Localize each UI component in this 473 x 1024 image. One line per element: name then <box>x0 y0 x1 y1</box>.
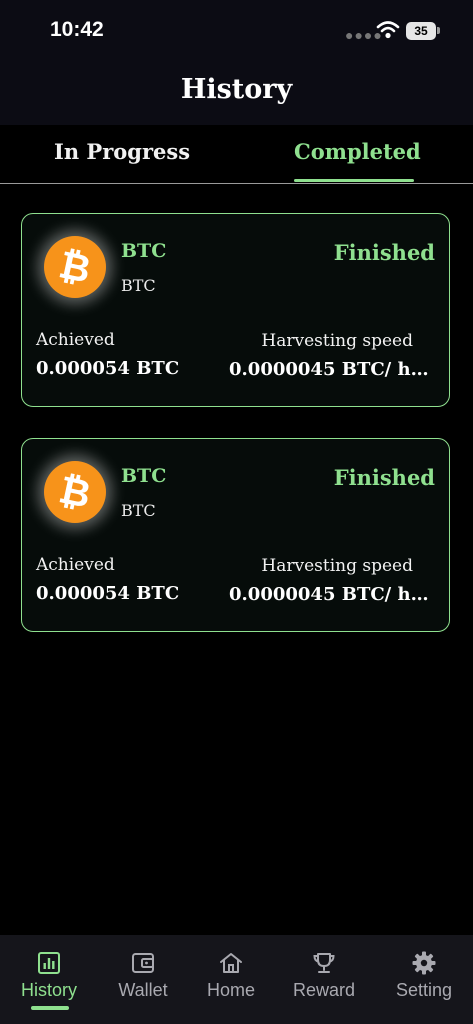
svg-text:₿: ₿ <box>55 467 94 516</box>
battery-indicator: 35 <box>406 22 436 40</box>
nav-label: History <box>20 980 77 1000</box>
tab-completed[interactable]: Completed <box>294 139 421 164</box>
active-tab-indicator <box>294 179 414 182</box>
nav-label: Home <box>206 980 255 1000</box>
achieved-label: Achieved <box>36 555 115 575</box>
history-card[interactable]: ₿ BTC BTC Finished Achieved 0.000054 BTC… <box>21 438 450 632</box>
harvesting-speed-label: Harvesting speed <box>261 331 413 351</box>
nav-item-home[interactable]: Home <box>184 935 278 1024</box>
harvesting-speed-label: Harvesting speed <box>261 556 413 576</box>
coin-name: BTC <box>121 240 167 262</box>
nav-label: Wallet <box>118 980 168 1000</box>
achieved-value: 0.000054 BTC <box>36 358 180 379</box>
nav-item-reward[interactable]: Reward <box>277 935 371 1024</box>
page-title: History <box>180 74 293 105</box>
tab-in-progress[interactable]: In Progress <box>54 139 190 164</box>
coin-symbol: BTC <box>121 501 156 520</box>
tab-bar: In Progress Completed <box>0 125 473 184</box>
svg-text:₿: ₿ <box>55 242 94 291</box>
trophy-icon <box>313 953 335 973</box>
bitcoin-icon: ₿ <box>44 236 106 298</box>
achieved-value: 0.000054 BTC <box>36 583 180 604</box>
home-icon <box>220 953 242 973</box>
battery-tip <box>437 27 440 34</box>
wallet-icon <box>132 953 154 973</box>
status-badge: Finished <box>333 465 435 490</box>
harvesting-speed-value: 0.0000045 BTC/ h... <box>229 584 429 605</box>
bottom-navigation: History Wallet Home Reward Setting <box>0 935 473 1024</box>
coin-name: BTC <box>121 465 167 487</box>
status-bar: 10:42 ●●●● 35 <box>0 0 473 60</box>
nav-label: Reward <box>292 980 356 1000</box>
bitcoin-icon: ₿ <box>44 461 106 523</box>
coin-symbol: BTC <box>121 276 156 295</box>
wifi-icon <box>376 21 400 39</box>
achieved-label: Achieved <box>36 330 115 350</box>
nav-label: Setting <box>395 980 453 1000</box>
bar-chart-icon <box>38 952 60 974</box>
nav-active-indicator <box>31 1006 69 1010</box>
history-card[interactable]: ₿ BTC BTC Finished Achieved 0.000054 BTC… <box>21 213 450 407</box>
nav-item-setting[interactable]: Setting <box>377 935 471 1024</box>
nav-item-wallet[interactable]: Wallet <box>96 935 190 1024</box>
harvesting-speed-value: 0.0000045 BTC/ h... <box>229 359 429 380</box>
status-time: 10:42 <box>50 18 104 41</box>
gear-icon <box>412 951 436 975</box>
app-header: History <box>0 60 473 125</box>
nav-item-history[interactable]: History <box>2 935 96 1024</box>
status-badge: Finished <box>333 240 435 265</box>
